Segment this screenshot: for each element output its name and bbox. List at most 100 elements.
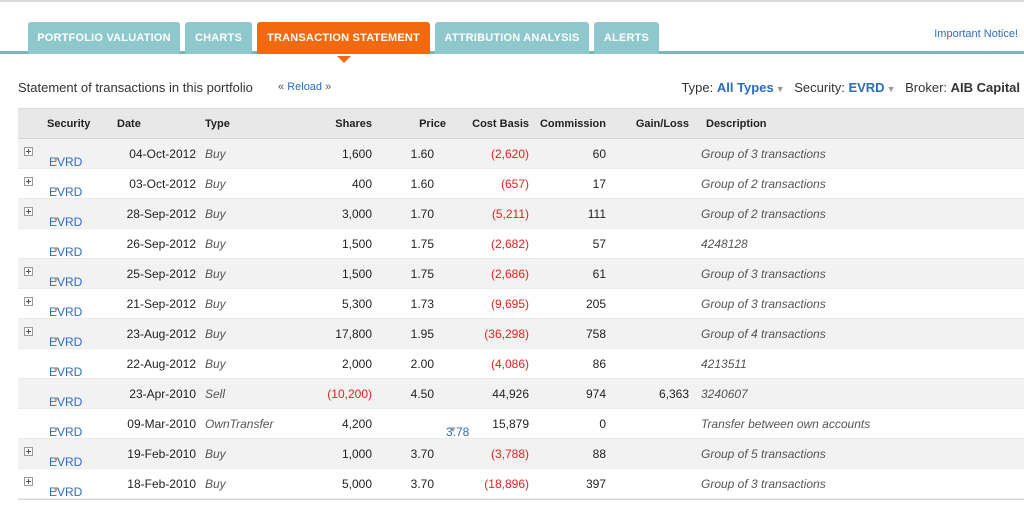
date-cell: 18-Feb-2010 [127,477,196,491]
tab-charts[interactable]: CHARTS [185,22,252,54]
col-security[interactable]: Security [47,118,90,130]
commission-cell: 0 [599,417,606,431]
filter-bar: Type: All Types ▼ Security: EVRD ▼ Broker:… [681,80,1020,95]
top-divider [0,0,1024,2]
chevron-down-icon[interactable]: ▼ [52,335,60,344]
commission-cell: 61 [592,267,606,281]
price-cell: 1.75 [410,267,434,281]
shares-cell: 5,300 [341,297,372,311]
table-row[interactable]: EVRD ▼ 19-Feb-2010 Buy 1,000 3.70 (3,788) 88 Gro… [18,439,1024,469]
expand-icon[interactable] [24,147,33,156]
date-cell: 03-Oct-2012 [129,177,196,191]
type-cell: Buy [205,447,226,461]
broker-label: Broker: [905,80,948,95]
tab-label: ATTRIBUTION ANALYSIS [444,32,580,44]
tab-transaction-statement[interactable]: TRANSACTION STATEMENT [257,22,430,63]
cost-basis-cell: (2,682) [490,237,529,251]
expand-icon[interactable] [24,477,33,486]
description-cell: Group of 5 transactions [701,447,826,461]
expand-icon[interactable] [24,207,33,216]
shares-cell: 1,600 [341,147,372,161]
type-filter-label: Type: [681,80,714,95]
table-row[interactable]: EVRD ▼ 22-Aug-2012 Buy 2,000 2.00 (4,086) 86 421… [18,349,1024,379]
tab-label: ALERTS [603,32,650,44]
table-row[interactable]: EVRD ▼ 26-Sep-2012 Buy 1,500 1.75 (2,682) 57 424… [18,229,1024,259]
shares-cell: 3,000 [341,207,372,221]
cost-basis-cell: (18,896) [484,477,529,491]
table-row[interactable]: EVRD ▼ 23-Apr-2010 Sell (10,200) 4.50 44,926 97… [18,379,1024,409]
chevron-down-icon[interactable]: ▼ [52,425,60,434]
chevron-down-icon[interactable]: ▼ [52,275,60,284]
description-cell: 4248128 [701,237,748,251]
chevron-down-icon[interactable]: ▼ [52,365,60,374]
expand-icon[interactable] [24,447,33,456]
cost-basis-cell: (3,788) [490,447,529,461]
chevron-down-icon[interactable]: ▼ [52,305,60,314]
col-cost-basis[interactable]: Cost Basis [449,118,529,130]
table-row[interactable]: EVRD ▼ 25-Sep-2012 Buy 1,500 1.75 (2,686) 61 Gro… [18,259,1024,289]
table-bottom-divider [18,499,1024,500]
chevron-down-icon[interactable]: ▼ [52,395,60,404]
chevron-down-icon[interactable]: ▼ [52,455,60,464]
reload-link[interactable]: Reload [287,81,322,93]
broker-value: AIB Capital [950,80,1020,95]
cost-basis-cell: (4,086) [490,357,529,371]
col-gain-loss[interactable]: Gain/Loss [619,118,689,130]
description-cell: Group of 3 transactions [701,267,826,281]
chevron-down-icon[interactable]: ▼ [52,215,60,224]
commission-cell: 111 [587,207,606,221]
expand-icon[interactable] [24,177,33,186]
cost-basis-cell: 15,879 [492,417,529,431]
date-cell: 25-Sep-2012 [126,267,196,281]
expand-icon[interactable] [24,267,33,276]
chevron-down-icon[interactable]: ▼ [52,485,60,494]
col-shares[interactable]: Shares [302,118,372,130]
tab-label: CHARTS [194,32,243,44]
cost-basis-cell: 44,926 [492,387,529,401]
price-cell: 3.70 [410,447,434,461]
table-row[interactable]: EVRD ▼ 09-Mar-2010 OwnTransfer 4,200 3.78 ▼ 15,… [18,409,1024,439]
col-price[interactable]: Price [386,118,446,130]
reload-suffix: » [325,81,332,93]
table-body: EVRD ▼ 04-Oct-2012 Buy 1,600 1.60 (2,620) 60 Gro… [18,139,1024,499]
tab-portfolio-valuation[interactable]: PORTFOLIO VALUATION [28,22,180,54]
chevron-down-icon[interactable]: ▼ [52,155,60,164]
expand-icon[interactable] [24,327,33,336]
date-cell: 04-Oct-2012 [129,147,196,161]
shares-cell: 1,500 [341,267,372,281]
table-row[interactable]: EVRD ▼ 04-Oct-2012 Buy 1,600 1.60 (2,620) 60 Gro… [18,139,1024,169]
type-cell: Buy [205,207,226,221]
table-row[interactable]: EVRD ▼ 28-Sep-2012 Buy 3,000 1.70 (5,211) 111 Gr… [18,199,1024,229]
description-cell: Group of 2 transactions [701,177,826,191]
tab-alerts[interactable]: ALERTS [594,22,659,54]
security-filter-select[interactable]: EVRD [848,80,884,95]
expand-icon[interactable] [24,297,33,306]
col-commission[interactable]: Commission [525,118,606,130]
tab-attribution-analysis[interactable]: ATTRIBUTION ANALYSIS [435,22,589,54]
price-cell: 1.60 [410,177,434,191]
chevron-down-icon[interactable]: ▼ [52,185,60,194]
cost-basis-cell: (9,695) [490,297,529,311]
commission-cell: 86 [592,357,606,371]
col-type[interactable]: Type [205,118,230,130]
commission-cell: 758 [585,327,606,341]
shares-cell: 17,800 [335,327,372,341]
type-filter-select[interactable]: All Types [717,80,774,95]
date-cell: 09-Mar-2010 [127,417,196,431]
table-row[interactable]: EVRD ▼ 03-Oct-2012 Buy 400 1.60 (657) 17 Group o… [18,169,1024,199]
security-filter-label: Security: [794,80,845,95]
table-row[interactable]: EVRD ▼ 18-Feb-2010 Buy 5,000 3.70 (18,896) 397 G… [18,469,1024,499]
table-row[interactable]: EVRD ▼ 21-Sep-2012 Buy 5,300 1.73 (9,695) 205 Gr… [18,289,1024,319]
shares-cell: 5,000 [341,477,372,491]
table-row[interactable]: EVRD ▼ 23-Aug-2012 Buy 17,800 1.95 (36,298) 758… [18,319,1024,349]
chevron-down-icon[interactable]: ▼ [52,245,60,254]
tab-label: PORTFOLIO VALUATION [37,32,171,44]
important-notice-link[interactable]: Important Notice! [934,28,1018,40]
description-cell: 3240607 [701,387,748,401]
chevron-down-icon[interactable]: ▼ [776,84,785,94]
statement-title: Statement of transactions in this portfo… [18,80,253,95]
col-description[interactable]: Description [706,118,767,130]
cost-basis-cell: (5,211) [491,207,529,221]
col-date[interactable]: Date [117,118,141,130]
chevron-down-icon[interactable]: ▼ [887,84,896,94]
